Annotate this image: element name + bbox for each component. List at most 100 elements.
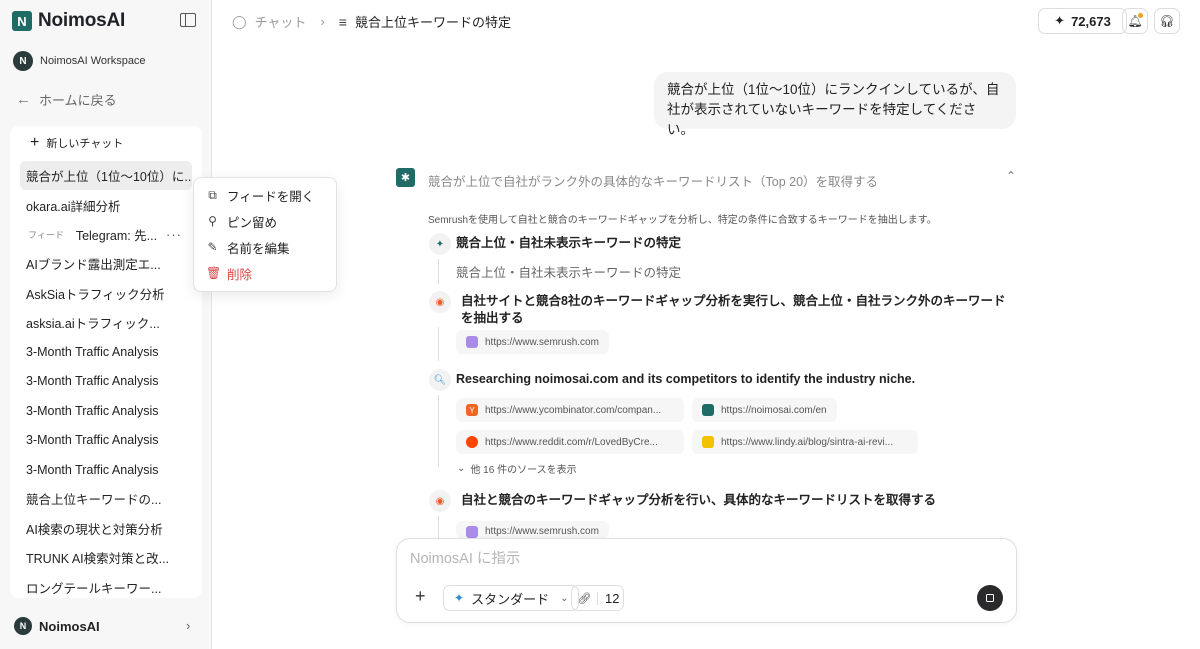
chat-item[interactable]: TRUNK AI検索対策と改...: [20, 543, 192, 572]
edit-icon: ✎: [207, 240, 218, 254]
chat-item[interactable]: 3-Month Traffic Analysis: [20, 455, 192, 484]
workspace-avatar: N: [13, 51, 33, 71]
step-connector: [438, 516, 439, 540]
source-chip[interactable]: https://noimosai.com/en: [692, 398, 837, 422]
brand[interactable]: N NoimosAI: [12, 10, 125, 32]
chevron-down-icon: ⌄: [457, 463, 466, 474]
task-header[interactable]: ✱ 競合が上位で自社がランク外の具体的なキーワードリスト（Top 20）を取得す…: [396, 168, 1018, 190]
stop-button[interactable]: [977, 585, 1003, 611]
chat-item[interactable]: 3-Month Traffic Analysis: [20, 426, 192, 455]
chat-item[interactable]: ロングテールキーワー...: [20, 572, 192, 601]
step-subtext: 競合上位・自社未表示キーワードの特定: [456, 266, 682, 280]
chevron-down-icon: ⌄: [560, 592, 569, 604]
step-item: ✦ 競合上位・自社未表示キーワードの特定: [429, 233, 681, 255]
mode-label: スタンダード: [471, 591, 550, 607]
sources-button[interactable]: 🔗︎ 12: [571, 585, 624, 611]
source-url: https://www.semrush.com: [485, 526, 599, 537]
step-item: ◉ 自社と競合のキーワードギャップ分析を行い、具体的なキーワードリストを取得する: [429, 490, 936, 512]
search-icon: 🔍︎: [429, 369, 451, 391]
semrush-favicon-icon: [466, 526, 478, 538]
noimosai-logo-icon: N: [12, 11, 32, 31]
menu-item-open-feed[interactable]: ⧉ フィードを開く: [194, 182, 336, 208]
show-more-sources-button[interactable]: ⌄ 他 16 件のソースを表示: [457, 461, 577, 476]
back-home-label: ホームに戻る: [39, 93, 117, 108]
chat-item-label: okara.ai詳細分析: [26, 199, 121, 214]
task-title: 競合が上位で自社がランク外の具体的なキーワードリスト（Top 20）を取得する: [428, 175, 879, 189]
chevron-right-icon[interactable]: ›: [186, 618, 190, 633]
top-header: ◯ チャット › ≡ 競合上位キーワードの特定 ✦ 72,673 🔔︎ 🎧︎: [212, 0, 1200, 42]
support-button[interactable]: 🎧︎: [1154, 8, 1180, 34]
mode-select[interactable]: ✦ スタンダード ⌄: [443, 585, 580, 611]
menu-item-pin[interactable]: ⚲ ピン留め: [194, 208, 336, 234]
chat-item[interactable]: AI検索の現状と対策分析: [20, 514, 192, 543]
back-home-link[interactable]: ← ホームに戻る: [16, 90, 117, 109]
chat-item[interactable]: 3-Month Traffic Analysis: [20, 337, 192, 366]
user-message: 競合が上位（1位〜10位）にランクインしているが、自社が表示されていないキーワー…: [654, 72, 1016, 137]
credits-button[interactable]: ✦ 72,673: [1038, 8, 1127, 34]
account-avatar: N: [14, 617, 32, 635]
lindy-favicon-icon: [702, 436, 714, 448]
sidebar-toggle-icon[interactable]: [180, 13, 196, 27]
chat-item[interactable]: 3-Month Traffic Analysis: [20, 367, 192, 396]
account-name: NoimosAI: [39, 618, 100, 634]
workspace-switcher[interactable]: N NoimosAI Workspace: [13, 51, 146, 71]
plus-icon: +: [30, 134, 40, 151]
sparkle-icon: ✦: [454, 591, 465, 605]
list-icon: ≡: [338, 13, 347, 30]
breadcrumb-chat[interactable]: チャット: [255, 12, 307, 31]
new-chat-label: 新しいチャット: [46, 138, 124, 150]
sources-count: 12: [605, 590, 620, 606]
source-chip[interactable]: https://www.semrush.com: [456, 521, 609, 538]
chat-item-label: AskSiaトラフィック分析: [26, 287, 165, 302]
attach-plus-icon[interactable]: +: [415, 586, 426, 607]
chat-item-label: AIブランド露出測定エ...: [26, 258, 161, 273]
headset-icon: 🎧︎: [1159, 14, 1175, 28]
chat-item-label: 競合上位キーワードの...: [26, 493, 162, 508]
source-chip[interactable]: Y https://www.ycombinator.com/compan...: [456, 398, 684, 422]
new-chat-button[interactable]: + 新しいチャット: [30, 135, 123, 151]
menu-item-label: 名前を編集: [227, 241, 290, 256]
step-title: 競合上位・自社未表示キーワードの特定: [456, 236, 682, 250]
notifications-button[interactable]: 🔔︎: [1122, 8, 1148, 34]
chat-item-label: 3-Month Traffic Analysis: [26, 433, 159, 448]
message-composer: + ✦ スタンダード ⌄ 🔗︎ 12: [396, 538, 1017, 623]
source-chip[interactable]: https://www.lindy.ai/blog/sintra-ai-revi…: [692, 430, 918, 454]
noimosai-logo-icon: ✱: [396, 168, 415, 187]
ycombinator-favicon-icon: Y: [466, 404, 478, 416]
trash-icon: 🗑: [206, 266, 222, 280]
more-options-icon[interactable]: ···: [166, 227, 182, 242]
pin-icon: ⚲: [208, 214, 217, 228]
menu-item-label: 削除: [227, 267, 253, 282]
chat-item-label: 3-Month Traffic Analysis: [26, 462, 159, 477]
chat-item[interactable]: 3-Month Traffic Analysis: [20, 396, 192, 425]
chevron-up-icon[interactable]: ⌃: [1006, 169, 1016, 183]
breadcrumb: ◯ チャット › ≡ 競合上位キーワードの特定: [232, 12, 511, 31]
chat-item-label: AI検索の現状と対策分析: [26, 522, 163, 537]
arrow-left-icon: ←: [16, 91, 31, 108]
chevron-right-icon: ›: [320, 14, 325, 29]
menu-item-rename[interactable]: ✎ 名前を編集: [194, 234, 336, 260]
link-icon: 🔗︎: [572, 591, 598, 605]
account-menu[interactable]: N NoimosAI: [14, 617, 100, 635]
chat-context-menu: ⧉ フィードを開く ⚲ ピン留め ✎ 名前を編集 🗑 削除: [193, 177, 337, 292]
chat-item[interactable]: AIブランド露出測定エ...: [20, 249, 192, 278]
message-input[interactable]: [410, 551, 990, 567]
source-chip[interactable]: https://www.reddit.com/r/LovedByCre...: [456, 430, 684, 454]
step-title: 自社と競合のキーワードギャップ分析を行い、具体的なキーワードリストを取得する: [461, 493, 937, 507]
page-title: 競合上位キーワードの特定: [354, 15, 511, 30]
chat-bubble-icon: ◯: [232, 13, 247, 29]
source-chip[interactable]: https://www.semrush.com: [456, 330, 609, 354]
task-description: Semrushを使用して自社と競合のキーワードギャップを分析し、特定の条件に合致…: [428, 215, 937, 226]
chat-item[interactable]: 競合上位キーワードの...: [20, 484, 192, 513]
step-item: ◉ 自社サイトと競合8社のキーワードギャップ分析を実行し、競合上位・自社ランク外…: [429, 291, 1009, 327]
chat-item[interactable]: フィード Telegram: 先... ···: [20, 220, 192, 249]
menu-item-delete[interactable]: 🗑 削除: [194, 260, 336, 286]
semrush-favicon-icon: [466, 336, 478, 348]
chat-item[interactable]: 競合が上位（1位〜10位）に...: [20, 161, 192, 191]
chat-item-label: asksia.aiトラフィック...: [26, 317, 160, 332]
chat-item[interactable]: asksia.aiトラフィック...: [20, 308, 192, 337]
chat-item[interactable]: okara.ai詳細分析: [20, 190, 192, 219]
chat-item[interactable]: AskSiaトラフィック分析: [20, 279, 192, 308]
step-connector: [438, 395, 439, 467]
step-title: 自社サイトと競合8社のキーワードギャップ分析を実行し、競合上位・自社ランク外のキ…: [461, 294, 1006, 325]
